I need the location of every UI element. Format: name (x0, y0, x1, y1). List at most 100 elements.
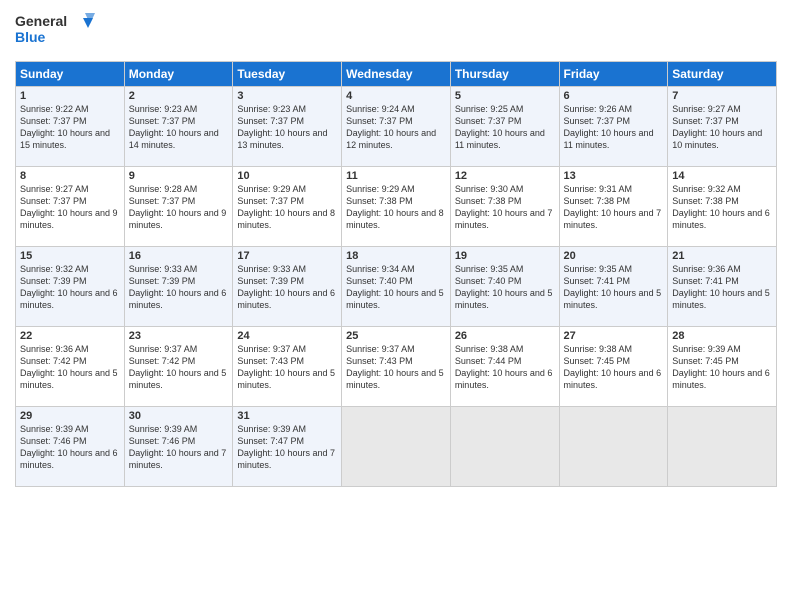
day-number: 22 (20, 330, 120, 342)
day-number: 17 (237, 250, 337, 262)
calendar-table: SundayMondayTuesdayWednesdayThursdayFrid… (15, 61, 777, 487)
day-cell: 30Sunrise: 9:39 AMSunset: 7:46 PMDayligh… (124, 407, 233, 487)
day-cell: 20Sunrise: 9:35 AMSunset: 7:41 PMDayligh… (559, 247, 668, 327)
svg-text:General: General (15, 13, 67, 29)
week-row-5: 29Sunrise: 9:39 AMSunset: 7:46 PMDayligh… (16, 407, 777, 487)
day-number: 15 (20, 250, 120, 262)
day-cell: 5Sunrise: 9:25 AMSunset: 7:37 PMDaylight… (450, 87, 559, 167)
day-cell: 13Sunrise: 9:31 AMSunset: 7:38 PMDayligh… (559, 167, 668, 247)
day-number: 1 (20, 90, 120, 102)
day-cell: 6Sunrise: 9:26 AMSunset: 7:37 PMDaylight… (559, 87, 668, 167)
day-info: Sunrise: 9:35 AMSunset: 7:41 PMDaylight:… (564, 263, 664, 312)
day-cell: 24Sunrise: 9:37 AMSunset: 7:43 PMDayligh… (233, 327, 342, 407)
week-row-4: 22Sunrise: 9:36 AMSunset: 7:42 PMDayligh… (16, 327, 777, 407)
day-cell: 23Sunrise: 9:37 AMSunset: 7:42 PMDayligh… (124, 327, 233, 407)
day-info: Sunrise: 9:36 AMSunset: 7:42 PMDaylight:… (20, 343, 120, 392)
day-info: Sunrise: 9:38 AMSunset: 7:45 PMDaylight:… (564, 343, 664, 392)
day-info: Sunrise: 9:23 AMSunset: 7:37 PMDaylight:… (129, 103, 229, 152)
week-row-1: 1Sunrise: 9:22 AMSunset: 7:37 PMDaylight… (16, 87, 777, 167)
day-cell: 10Sunrise: 9:29 AMSunset: 7:37 PMDayligh… (233, 167, 342, 247)
day-number: 26 (455, 330, 555, 342)
day-cell: 28Sunrise: 9:39 AMSunset: 7:45 PMDayligh… (668, 327, 777, 407)
day-info: Sunrise: 9:30 AMSunset: 7:38 PMDaylight:… (455, 183, 555, 232)
day-info: Sunrise: 9:33 AMSunset: 7:39 PMDaylight:… (129, 263, 229, 312)
week-row-3: 15Sunrise: 9:32 AMSunset: 7:39 PMDayligh… (16, 247, 777, 327)
page: General Blue SundayMondayTuesdayWednesda… (0, 0, 792, 612)
header: General Blue (15, 10, 777, 53)
day-cell: 9Sunrise: 9:28 AMSunset: 7:37 PMDaylight… (124, 167, 233, 247)
day-cell (559, 407, 668, 487)
day-number: 11 (346, 170, 446, 182)
day-cell: 7Sunrise: 9:27 AMSunset: 7:37 PMDaylight… (668, 87, 777, 167)
day-number: 7 (672, 90, 772, 102)
header-day-thursday: Thursday (450, 62, 559, 87)
day-cell: 18Sunrise: 9:34 AMSunset: 7:40 PMDayligh… (342, 247, 451, 327)
day-number: 3 (237, 90, 337, 102)
day-cell (450, 407, 559, 487)
day-cell: 21Sunrise: 9:36 AMSunset: 7:41 PMDayligh… (668, 247, 777, 327)
day-info: Sunrise: 9:37 AMSunset: 7:42 PMDaylight:… (129, 343, 229, 392)
day-cell: 29Sunrise: 9:39 AMSunset: 7:46 PMDayligh… (16, 407, 125, 487)
day-number: 4 (346, 90, 446, 102)
day-number: 31 (237, 410, 337, 422)
header-day-saturday: Saturday (668, 62, 777, 87)
day-info: Sunrise: 9:35 AMSunset: 7:40 PMDaylight:… (455, 263, 555, 312)
day-cell: 12Sunrise: 9:30 AMSunset: 7:38 PMDayligh… (450, 167, 559, 247)
day-cell: 8Sunrise: 9:27 AMSunset: 7:37 PMDaylight… (16, 167, 125, 247)
day-info: Sunrise: 9:39 AMSunset: 7:45 PMDaylight:… (672, 343, 772, 392)
header-row: SundayMondayTuesdayWednesdayThursdayFrid… (16, 62, 777, 87)
day-number: 9 (129, 170, 229, 182)
day-info: Sunrise: 9:37 AMSunset: 7:43 PMDaylight:… (346, 343, 446, 392)
day-info: Sunrise: 9:27 AMSunset: 7:37 PMDaylight:… (672, 103, 772, 152)
day-info: Sunrise: 9:31 AMSunset: 7:38 PMDaylight:… (564, 183, 664, 232)
day-number: 25 (346, 330, 446, 342)
day-cell: 15Sunrise: 9:32 AMSunset: 7:39 PMDayligh… (16, 247, 125, 327)
week-row-2: 8Sunrise: 9:27 AMSunset: 7:37 PMDaylight… (16, 167, 777, 247)
day-number: 21 (672, 250, 772, 262)
day-info: Sunrise: 9:26 AMSunset: 7:37 PMDaylight:… (564, 103, 664, 152)
day-info: Sunrise: 9:38 AMSunset: 7:44 PMDaylight:… (455, 343, 555, 392)
day-number: 20 (564, 250, 664, 262)
day-number: 24 (237, 330, 337, 342)
day-info: Sunrise: 9:29 AMSunset: 7:38 PMDaylight:… (346, 183, 446, 232)
day-number: 6 (564, 90, 664, 102)
day-cell: 14Sunrise: 9:32 AMSunset: 7:38 PMDayligh… (668, 167, 777, 247)
day-info: Sunrise: 9:28 AMSunset: 7:37 PMDaylight:… (129, 183, 229, 232)
day-cell (342, 407, 451, 487)
day-cell: 1Sunrise: 9:22 AMSunset: 7:37 PMDaylight… (16, 87, 125, 167)
day-number: 5 (455, 90, 555, 102)
day-number: 30 (129, 410, 229, 422)
day-number: 8 (20, 170, 120, 182)
day-info: Sunrise: 9:32 AMSunset: 7:38 PMDaylight:… (672, 183, 772, 232)
day-cell: 3Sunrise: 9:23 AMSunset: 7:37 PMDaylight… (233, 87, 342, 167)
logo: General Blue (15, 10, 105, 53)
header-day-sunday: Sunday (16, 62, 125, 87)
day-info: Sunrise: 9:37 AMSunset: 7:43 PMDaylight:… (237, 343, 337, 392)
svg-text:Blue: Blue (15, 29, 46, 45)
header-day-friday: Friday (559, 62, 668, 87)
day-cell: 19Sunrise: 9:35 AMSunset: 7:40 PMDayligh… (450, 247, 559, 327)
day-info: Sunrise: 9:25 AMSunset: 7:37 PMDaylight:… (455, 103, 555, 152)
day-cell: 11Sunrise: 9:29 AMSunset: 7:38 PMDayligh… (342, 167, 451, 247)
day-cell: 26Sunrise: 9:38 AMSunset: 7:44 PMDayligh… (450, 327, 559, 407)
day-info: Sunrise: 9:39 AMSunset: 7:46 PMDaylight:… (129, 423, 229, 472)
day-cell (668, 407, 777, 487)
day-info: Sunrise: 9:23 AMSunset: 7:37 PMDaylight:… (237, 103, 337, 152)
day-cell: 4Sunrise: 9:24 AMSunset: 7:37 PMDaylight… (342, 87, 451, 167)
header-day-tuesday: Tuesday (233, 62, 342, 87)
day-cell: 2Sunrise: 9:23 AMSunset: 7:37 PMDaylight… (124, 87, 233, 167)
day-cell: 17Sunrise: 9:33 AMSunset: 7:39 PMDayligh… (233, 247, 342, 327)
day-cell: 31Sunrise: 9:39 AMSunset: 7:47 PMDayligh… (233, 407, 342, 487)
day-number: 28 (672, 330, 772, 342)
day-info: Sunrise: 9:34 AMSunset: 7:40 PMDaylight:… (346, 263, 446, 312)
day-info: Sunrise: 9:36 AMSunset: 7:41 PMDaylight:… (672, 263, 772, 312)
day-info: Sunrise: 9:22 AMSunset: 7:37 PMDaylight:… (20, 103, 120, 152)
day-number: 14 (672, 170, 772, 182)
day-info: Sunrise: 9:39 AMSunset: 7:46 PMDaylight:… (20, 423, 120, 472)
header-day-monday: Monday (124, 62, 233, 87)
day-number: 23 (129, 330, 229, 342)
day-cell: 16Sunrise: 9:33 AMSunset: 7:39 PMDayligh… (124, 247, 233, 327)
day-info: Sunrise: 9:29 AMSunset: 7:37 PMDaylight:… (237, 183, 337, 232)
day-number: 19 (455, 250, 555, 262)
day-number: 12 (455, 170, 555, 182)
